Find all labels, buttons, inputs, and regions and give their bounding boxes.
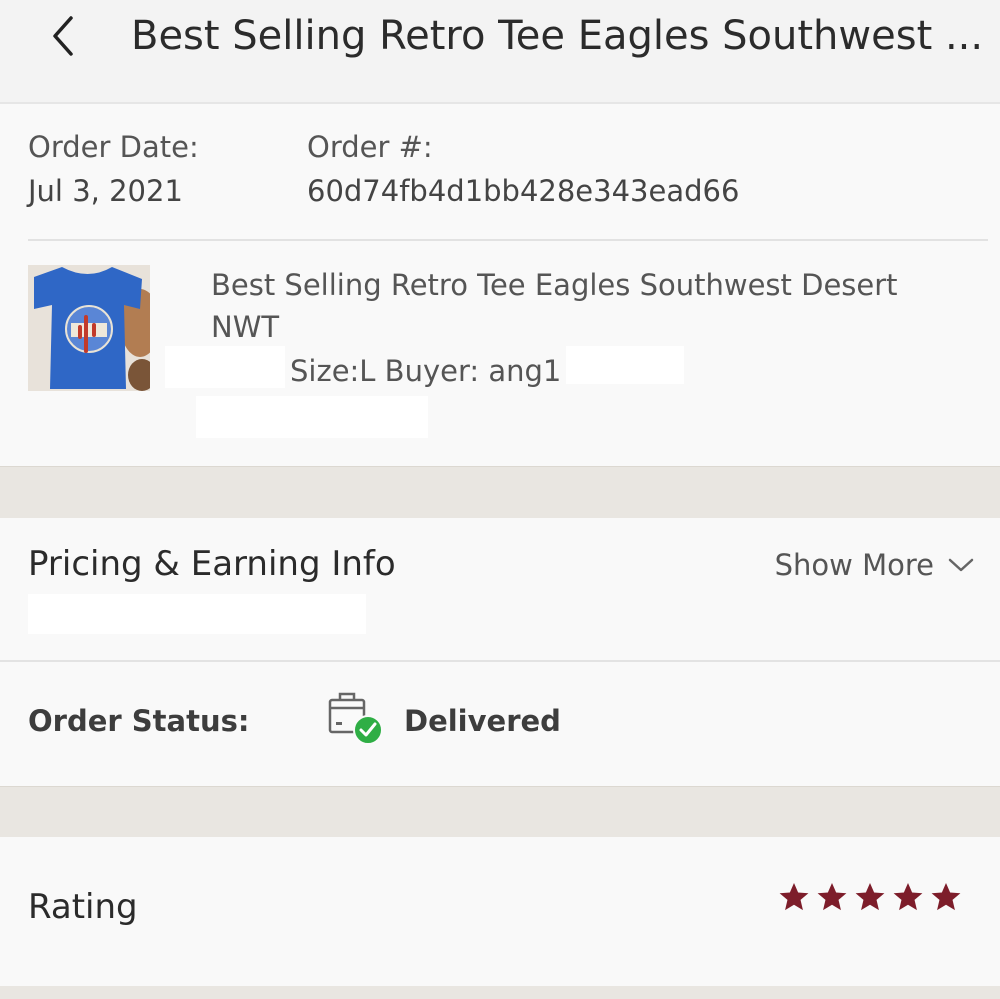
rating-section: Rating <box>0 837 1000 986</box>
section-separator <box>0 786 1000 838</box>
order-number-label: Order #: <box>307 130 433 164</box>
redaction-box <box>28 594 366 634</box>
rating-stars <box>778 881 962 913</box>
pricing-section: Pricing & Earning Info Show More <box>0 518 1000 662</box>
app-header: Best Selling Retro Tee Eagles Southwest … <box>0 0 1000 104</box>
order-status-section: Order Status: Delivered <box>0 662 1000 786</box>
item-thumbnail[interactable] <box>28 265 150 391</box>
item-size-buyer: Size:L Buyer: ang1 <box>290 354 562 388</box>
order-date-label: Order Date: <box>28 130 199 164</box>
order-date-value: Jul 3, 2021 <box>28 174 183 208</box>
redaction-box <box>566 346 684 384</box>
order-status-label: Order Status: <box>28 704 250 738</box>
delivered-box-icon <box>326 690 384 746</box>
star-icon <box>817 883 847 911</box>
section-separator <box>0 466 1000 520</box>
chevron-left-icon <box>53 16 73 56</box>
back-button[interactable] <box>40 10 86 62</box>
show-more-button[interactable]: Show More <box>775 548 974 582</box>
order-number-value: 60d74fb4d1bb428e343ead66 <box>307 174 740 208</box>
show-more-label: Show More <box>774 548 934 582</box>
divider <box>28 239 988 241</box>
order-status-value: Delivered <box>404 704 561 738</box>
section-separator <box>0 986 1000 999</box>
star-icon <box>779 883 809 911</box>
pricing-title: Pricing & Earning Info <box>28 544 396 584</box>
rating-label: Rating <box>28 887 138 927</box>
page-title: Best Selling Retro Tee Eagles Southwest … <box>131 13 984 59</box>
order-summary-section: Order Date: Jul 3, 2021 Order #: 60d74fb… <box>0 104 1000 466</box>
star-icon <box>855 883 885 911</box>
redaction-box <box>196 396 428 438</box>
redaction-box <box>165 346 285 388</box>
star-icon <box>893 883 923 911</box>
chevron-down-icon <box>948 558 974 572</box>
item-title[interactable]: Best Selling Retro Tee Eagles Southwest … <box>211 264 971 348</box>
star-icon <box>931 883 961 911</box>
